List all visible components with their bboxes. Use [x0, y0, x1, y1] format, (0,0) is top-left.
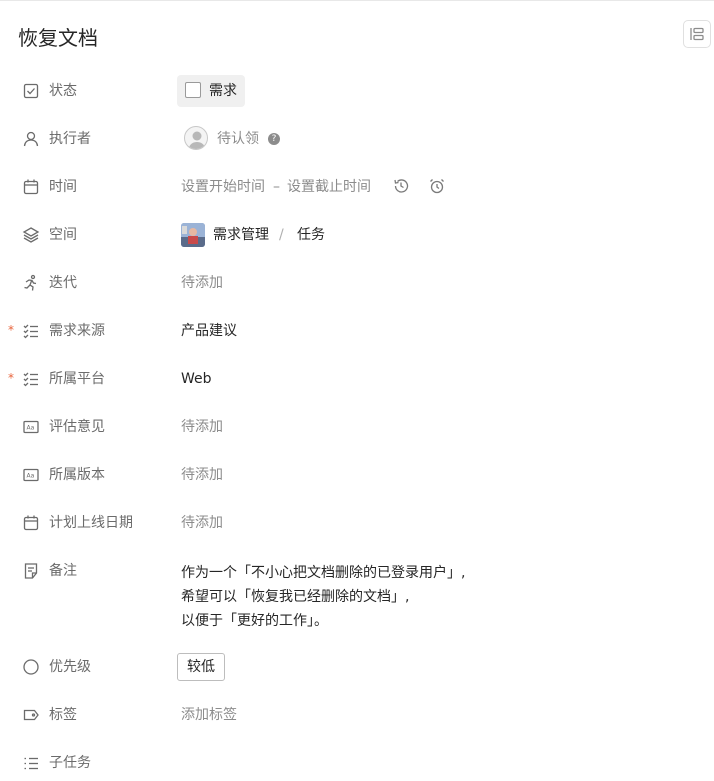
iteration-value[interactable]: 待添加	[181, 273, 223, 293]
status-selector[interactable]: 需求	[177, 75, 245, 107]
svg-text:Aa: Aa	[27, 473, 35, 480]
field-iteration: 迭代 待添加	[0, 259, 714, 307]
field-label: 迭代	[49, 275, 77, 291]
field-label: 标签	[49, 707, 77, 723]
priority-button[interactable]: 较低	[177, 653, 225, 681]
assignee-value[interactable]: 待认领	[217, 129, 259, 149]
field-time: 时间 设置开始时间 – 设置截止时间	[0, 163, 714, 211]
source-value[interactable]: 产品建议	[181, 321, 237, 341]
text-field-icon: Aa	[22, 418, 40, 436]
notes-line: 希望可以「恢复我已经删除的文档」,	[181, 589, 410, 605]
version-value[interactable]: 待添加	[181, 465, 223, 485]
task-title[interactable]: 恢复文档	[18, 24, 98, 52]
field-space: 空间 需求管理 / 任务	[0, 211, 714, 259]
list-check-icon	[22, 322, 40, 340]
list-icon	[22, 754, 40, 772]
add-tag-button[interactable]: 添加标签	[181, 705, 237, 725]
status-value: 需求	[209, 83, 237, 99]
field-version: Aa 所属版本 待添加	[0, 451, 714, 499]
alarm-clock-icon[interactable]	[428, 177, 446, 195]
field-label: 执行者	[49, 131, 91, 147]
calendar-icon	[22, 514, 40, 532]
help-icon[interactable]: ?	[268, 133, 280, 145]
required-mark: *	[8, 323, 14, 337]
field-tags: 标签 添加标签	[0, 691, 714, 739]
space-separator: /	[279, 227, 284, 243]
field-label: 评估意见	[49, 419, 105, 435]
calendar-icon	[22, 178, 40, 196]
field-label: 子任务	[49, 755, 91, 771]
field-label: 备注	[49, 563, 77, 579]
field-priority: 优先级	[0, 643, 714, 691]
layout-toggle-button[interactable]	[683, 20, 711, 48]
text-field-icon: Aa	[22, 466, 40, 484]
notes-content[interactable]: 作为一个「不小心把文档删除的已登录用户」, 希望可以「恢复我已经删除的文档」, …	[181, 561, 465, 633]
layers-icon	[22, 226, 40, 244]
launch-date-value[interactable]: 待添加	[181, 513, 223, 533]
notes-line: 作为一个「不小心把文档删除的已登录用户」,	[181, 565, 466, 581]
field-label: 空间	[49, 227, 77, 243]
field-label: 计划上线日期	[49, 515, 133, 531]
field-subtasks: 子任务	[0, 739, 714, 781]
field-review: Aa 评估意见 待添加	[0, 403, 714, 451]
user-icon	[22, 130, 40, 148]
layout-list-icon	[689, 26, 705, 42]
platform-value[interactable]: Web	[181, 369, 212, 389]
field-assignee: 执行者 待认领 ?	[0, 115, 714, 163]
circle-icon	[22, 658, 40, 676]
checkbox-icon	[22, 82, 40, 100]
field-platform: * 所属平台 Web	[0, 355, 714, 403]
note-icon	[22, 562, 40, 580]
end-time-input[interactable]: 设置截止时间	[287, 177, 371, 197]
field-label: 状态	[49, 83, 77, 99]
notes-line: 以便于「更好的工作」。	[181, 613, 328, 629]
required-mark: *	[8, 371, 14, 385]
field-label: 所属版本	[49, 467, 105, 483]
top-divider	[0, 0, 714, 1]
time-separator: –	[273, 179, 280, 195]
field-launch-date: 计划上线日期 待添加	[0, 499, 714, 547]
space-project[interactable]: 需求管理	[213, 225, 269, 245]
avatar[interactable]	[184, 126, 208, 150]
list-check-icon	[22, 370, 40, 388]
field-source: * 需求来源 产品建议	[0, 307, 714, 355]
running-icon	[22, 274, 40, 292]
field-label: 所属平台	[49, 371, 105, 387]
space-type[interactable]: 任务	[297, 225, 325, 245]
review-value[interactable]: 待添加	[181, 417, 223, 437]
tag-icon	[22, 706, 40, 724]
field-label: 需求来源	[49, 323, 105, 339]
history-icon[interactable]	[392, 177, 410, 195]
field-status: 状态	[0, 67, 714, 115]
project-avatar	[181, 223, 205, 247]
field-label: 时间	[49, 179, 77, 195]
start-time-input[interactable]: 设置开始时间	[181, 177, 265, 197]
svg-text:Aa: Aa	[27, 425, 35, 432]
field-label: 优先级	[49, 659, 91, 675]
status-checkbox[interactable]	[185, 82, 201, 98]
